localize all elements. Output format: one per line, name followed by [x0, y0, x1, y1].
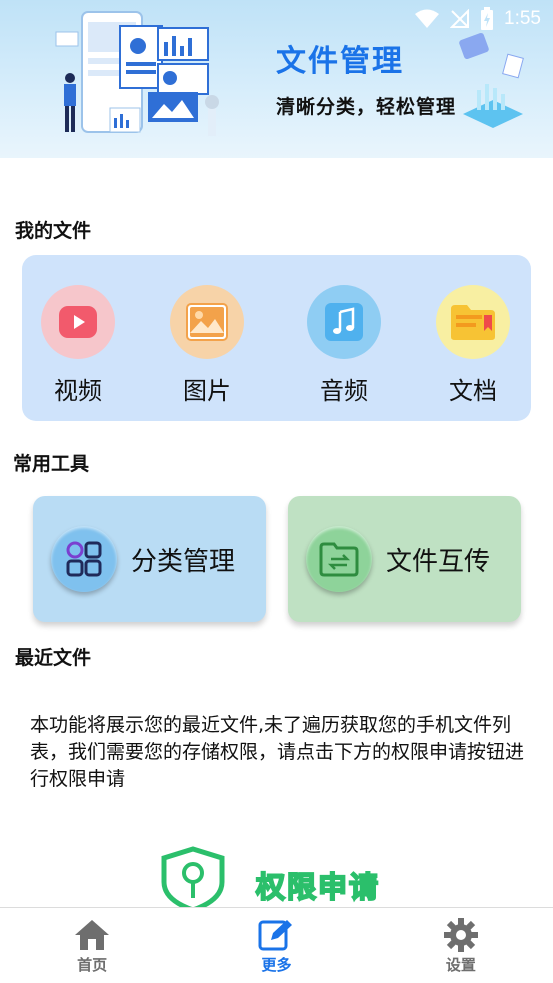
category-video-label: 视频: [54, 377, 102, 405]
music-note-icon: [325, 303, 363, 341]
nav-more-label: 更多: [261, 956, 292, 974]
nav-more[interactable]: 更多: [184, 908, 368, 983]
category-document[interactable]: 文档: [428, 285, 518, 406]
category-image[interactable]: 图片: [162, 285, 252, 406]
edit-icon: [258, 920, 293, 951]
recent-files-title: 最近文件: [15, 647, 92, 669]
file-transfer-button[interactable]: 文件互传: [288, 496, 521, 622]
category-management-label: 分类管理: [131, 546, 236, 577]
status-time: 1:55: [504, 8, 541, 29]
permission-explanation-text: 本功能将展示您的最近文件,未了遍历获取您的手机文件列表，我们需要您的存储权限，请…: [30, 714, 525, 790]
video-icon-circle: [41, 285, 115, 359]
my-files-title: 我的文件: [15, 220, 92, 242]
folder-transfer-icon-button: [306, 526, 372, 592]
nav-settings-label: 设置: [445, 956, 476, 974]
shield-location-icon: [161, 846, 225, 910]
file-management-illustration: [55, 11, 219, 136]
bottom-navigation: 首页 更多 设置: [0, 907, 553, 983]
document-icon-circle: [436, 285, 510, 359]
category-grid-icon: [66, 541, 102, 577]
my-files-card: 视频 图片 音频 文档: [22, 255, 531, 421]
category-audio[interactable]: 音频: [299, 285, 389, 406]
nav-settings[interactable]: 设置: [369, 908, 553, 983]
file-transfer-label: 文件互传: [386, 546, 491, 577]
tools-title: 常用工具: [13, 453, 90, 475]
header-banner: 1:55 文件管理 清晰分类，轻松管理: [0, 0, 553, 158]
gear-icon: [443, 918, 478, 952]
category-management-button[interactable]: 分类管理: [33, 496, 266, 622]
banner-title: 文件管理: [276, 44, 404, 79]
home-icon: [75, 920, 110, 950]
wifi-icon: [415, 9, 440, 28]
image-icon-circle: [170, 285, 244, 359]
banner-subtitle: 清晰分类，轻松管理: [276, 96, 457, 118]
category-grid-icon-button: [51, 526, 117, 592]
nav-home-label: 首页: [77, 956, 108, 974]
image-icon: [186, 303, 228, 341]
signal-icon: [450, 9, 470, 28]
nav-home[interactable]: 首页: [0, 908, 184, 983]
video-play-icon: [59, 306, 97, 338]
category-document-label: 文档: [449, 377, 497, 405]
permission-request-button[interactable]: 权限申请: [160, 846, 380, 910]
category-audio-label: 音频: [320, 377, 368, 405]
category-image-label: 图片: [183, 377, 231, 405]
folder-document-icon: [451, 305, 495, 340]
audio-icon-circle: [307, 285, 381, 359]
folder-transfer-icon: [319, 542, 359, 577]
category-video[interactable]: 视频: [33, 285, 123, 406]
permission-request-label: 权限申请: [255, 869, 381, 905]
document-stack-decoration: [459, 33, 524, 128]
